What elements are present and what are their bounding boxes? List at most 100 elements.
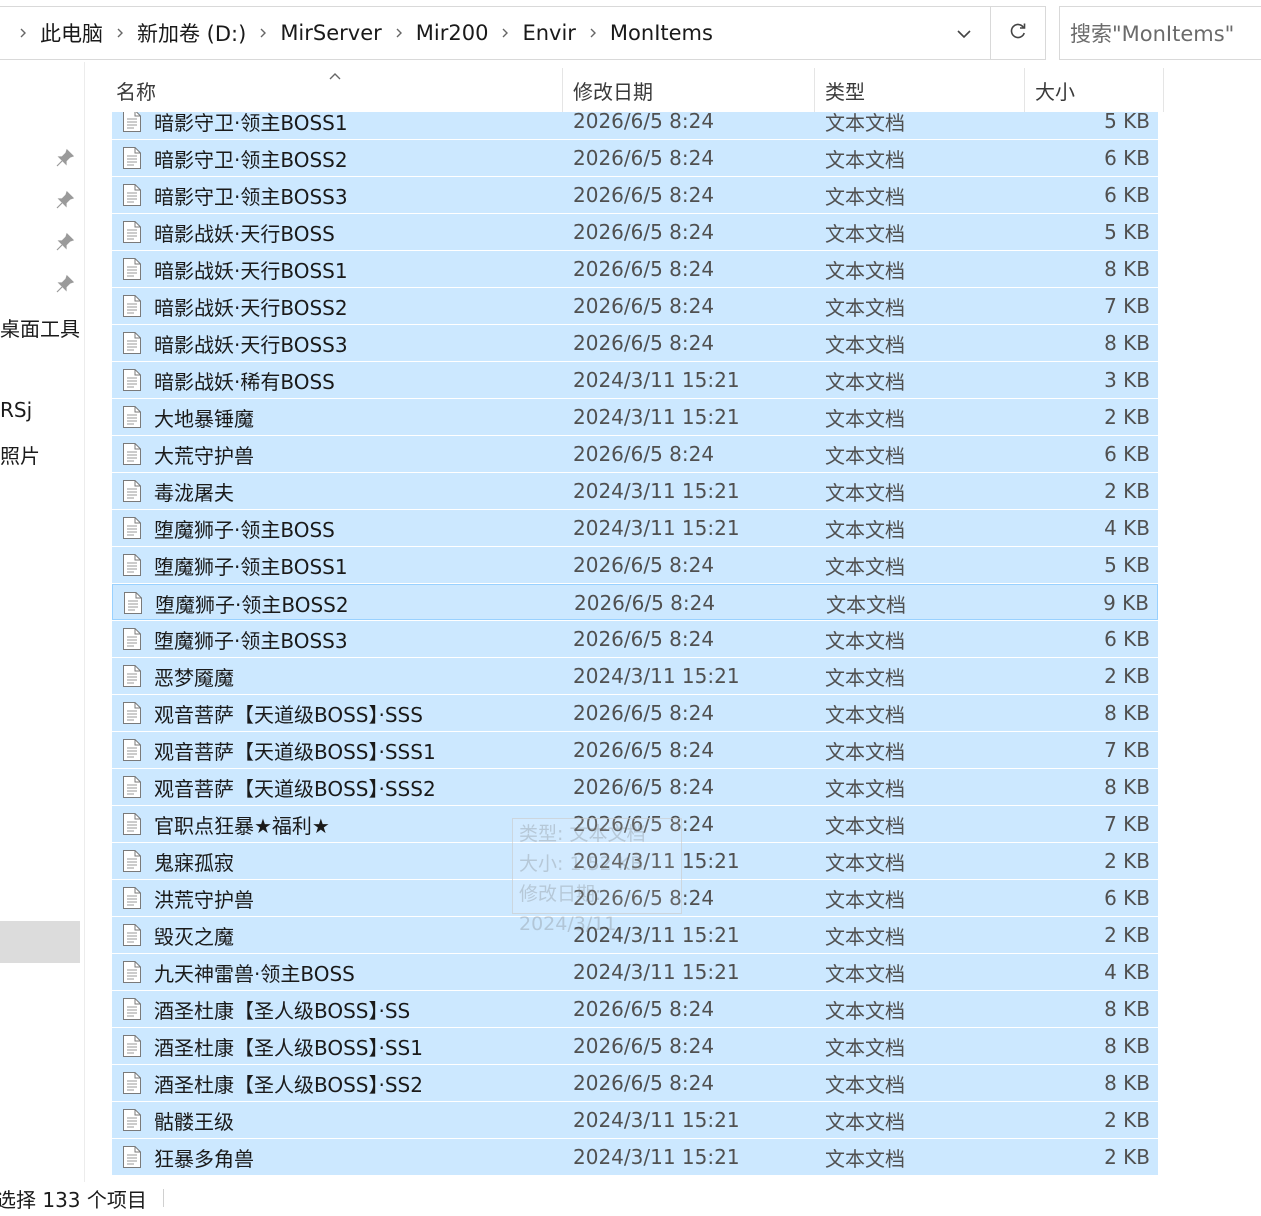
file-size: 7 KB (1104, 738, 1150, 762)
chevron-right-icon[interactable] (500, 28, 510, 38)
file-row[interactable]: 恶梦魇魔 2024/3/11 15:21 文本文档 2 KB (112, 658, 1158, 694)
breadcrumb-item[interactable]: MonItems (610, 21, 713, 45)
file-row[interactable]: 骷髅王级 2024/3/11 15:21 文本文档 2 KB (112, 1102, 1158, 1138)
file-size: 6 KB (1104, 886, 1150, 910)
nav-item-desktop-tools[interactable]: 桌面工具 (0, 313, 80, 342)
file-row[interactable]: 酒圣杜康【圣人级BOSS】·SS 2026/6/5 8:24 文本文档 8 KB (112, 991, 1158, 1027)
file-type: 文本文档 (825, 702, 905, 727)
file-row[interactable]: 暗影战妖·天行BOSS2 2026/6/5 8:24 文本文档 7 KB (112, 288, 1158, 324)
file-name: 堕魔狮子·领主BOSS3 (154, 628, 348, 653)
file-size: 8 KB (1104, 1071, 1150, 1095)
text-file-icon (122, 621, 144, 657)
file-type: 文本文档 (825, 924, 905, 949)
pin-icon[interactable] (54, 189, 76, 211)
file-row[interactable]: 暗影战妖·稀有BOSS 2024/3/11 15:21 文本文档 3 KB (112, 362, 1158, 398)
file-row[interactable]: 暗影守卫·领主BOSS2 2026/6/5 8:24 文本文档 6 KB (112, 140, 1158, 176)
file-row[interactable]: 暗影战妖·天行BOSS3 2026/6/5 8:24 文本文档 8 KB (112, 325, 1158, 361)
file-type: 文本文档 (825, 517, 905, 542)
file-list[interactable]: 狂暴多角兽 2024/3/11 15:21 文本文档 2 KB 骷髅王级 2024/3/1… (112, 112, 1158, 1176)
navigation-pane: 桌面工具 RSj 照片 (0, 62, 85, 1182)
file-row[interactable]: 堕魔狮子·领主BOSS1 2026/6/5 8:24 文本文档 5 KB (112, 547, 1158, 583)
file-row[interactable]: 暗影战妖·天行BOSS 2026/6/5 8:24 文本文档 5 KB (112, 214, 1158, 250)
chevron-down-icon (956, 24, 972, 43)
file-size: 2 KB (1104, 1145, 1150, 1169)
chevron-right-icon[interactable] (115, 28, 125, 38)
chevron-right-icon[interactable] (18, 28, 28, 38)
nav-item-photos[interactable]: 照片 (0, 440, 40, 469)
file-type: 文本文档 (825, 887, 905, 912)
column-header-size[interactable]: 大小 (1025, 68, 1164, 112)
column-header-date[interactable]: 修改日期 (563, 68, 815, 112)
file-date: 2024/3/11 15:21 (573, 664, 740, 688)
nav-item-rsj[interactable]: RSj (0, 398, 32, 422)
breadcrumb-item[interactable]: Mir200 (416, 21, 489, 45)
file-type: 文本文档 (825, 665, 905, 690)
file-date: 2026/6/5 8:24 (574, 591, 716, 615)
tooltip-ghost: 类型: 文本文档 大小: 1.52 KB 修改日期: 2024/3/11 (512, 818, 682, 935)
file-row[interactable]: 堕魔狮子·领主BOSS2 2026/6/5 8:24 文本文档 9 KB (112, 584, 1158, 620)
text-file-icon (122, 1028, 144, 1064)
file-name: 观音菩萨【天道级BOSS】·SSS1 (154, 739, 436, 764)
file-date: 2026/6/5 8:24 (573, 146, 715, 170)
pin-icon[interactable] (54, 231, 76, 253)
breadcrumb-item[interactable]: MirServer (280, 21, 381, 45)
text-file-icon (122, 251, 144, 287)
file-row[interactable]: 堕魔狮子·领主BOSS 2024/3/11 15:21 文本文档 4 KB (112, 510, 1158, 546)
file-row[interactable]: 暗影战妖·天行BOSS1 2026/6/5 8:24 文本文档 8 KB (112, 251, 1158, 287)
file-row[interactable]: 观音菩萨【天道级BOSS】·SSS1 2026/6/5 8:24 文本文档 7 KB (112, 732, 1158, 768)
file-name: 酒圣杜康【圣人级BOSS】·SS (154, 998, 411, 1023)
file-row[interactable]: 狂暴多角兽 2024/3/11 15:21 文本文档 2 KB (112, 1139, 1158, 1175)
file-row[interactable]: 大地暴锤魔 2024/3/11 15:21 文本文档 2 KB (112, 399, 1158, 435)
file-row[interactable]: 大荒守护兽 2026/6/5 8:24 文本文档 6 KB (112, 436, 1158, 472)
text-file-icon (122, 362, 144, 398)
tooltip-line: 大小: 1.52 KB (519, 853, 644, 875)
column-header-type[interactable]: 类型 (815, 68, 1025, 112)
nav-item-selected[interactable] (0, 921, 80, 963)
tooltip-line: 类型: 文本文档 (519, 823, 646, 845)
search-input[interactable]: 搜索"MonItems" (1059, 6, 1261, 60)
file-date: 2024/3/11 15:21 (573, 1145, 740, 1169)
selection-count: 选择 133 个项目 (0, 1187, 147, 1212)
pin-icon[interactable] (54, 273, 76, 295)
file-name: 暗影守卫·领主BOSS2 (154, 147, 348, 172)
file-type: 文本文档 (825, 480, 905, 505)
file-size: 8 KB (1104, 775, 1150, 799)
file-name: 九天神雷兽·领主BOSS (154, 961, 355, 986)
chevron-right-icon[interactable] (258, 28, 268, 38)
file-date: 2026/6/5 8:24 (573, 294, 715, 318)
text-file-icon (122, 843, 144, 879)
breadcrumb-item[interactable]: 新加卷 (D:) (137, 18, 246, 48)
file-row[interactable]: 暗影守卫·领主BOSS3 2026/6/5 8:24 文本文档 6 KB (112, 177, 1158, 213)
file-row[interactable]: 观音菩萨【天道级BOSS】·SSS 2026/6/5 8:24 文本文档 8 KB (112, 695, 1158, 731)
text-file-icon (122, 991, 144, 1027)
file-row[interactable]: 堕魔狮子·领主BOSS3 2026/6/5 8:24 文本文档 6 KB (112, 621, 1158, 657)
file-row[interactable]: 暗影守卫·领主BOSS1 2026/6/5 8:24 文本文档 5 KB (112, 112, 1158, 139)
text-file-icon (122, 1065, 144, 1101)
file-name: 暗影战妖·天行BOSS1 (154, 258, 348, 283)
breadcrumb-item[interactable]: Envir (522, 21, 575, 45)
file-name: 暗影战妖·天行BOSS2 (154, 295, 348, 320)
file-size: 7 KB (1104, 294, 1150, 318)
file-name: 官职点狂暴★福利★ (154, 813, 330, 838)
file-date: 2024/3/11 15:21 (573, 960, 740, 984)
file-row[interactable]: 酒圣杜康【圣人级BOSS】·SS2 2026/6/5 8:24 文本文档 8 KB (112, 1065, 1158, 1101)
file-row[interactable]: 酒圣杜康【圣人级BOSS】·SS1 2026/6/5 8:24 文本文档 8 KB (112, 1028, 1158, 1064)
file-name: 观音菩萨【天道级BOSS】·SSS2 (154, 776, 436, 801)
breadcrumb-item[interactable]: 此电脑 (40, 18, 103, 48)
address-bar[interactable]: 此电脑 新加卷 (D:) MirServer Mir200 Envir MonItems (0, 6, 1046, 60)
file-row[interactable]: 观音菩萨【天道级BOSS】·SSS2 2026/6/5 8:24 文本文档 8 KB (112, 769, 1158, 805)
file-type: 文本文档 (825, 406, 905, 431)
chevron-right-icon[interactable] (394, 28, 404, 38)
file-date: 2026/6/5 8:24 (573, 775, 715, 799)
refresh-button[interactable] (991, 7, 1045, 59)
file-type: 文本文档 (825, 850, 905, 875)
chevron-right-icon[interactable] (588, 28, 598, 38)
column-header-name[interactable]: 名称 (112, 68, 563, 112)
file-row[interactable]: 九天神雷兽·领主BOSS 2024/3/11 15:21 文本文档 4 KB (112, 954, 1158, 990)
file-row[interactable]: 毒泷屠夫 2024/3/11 15:21 文本文档 2 KB (112, 473, 1158, 509)
file-date: 2026/6/5 8:24 (573, 997, 715, 1021)
file-name: 观音菩萨【天道级BOSS】·SSS (154, 702, 423, 727)
address-history-button[interactable] (938, 7, 991, 59)
file-type: 文本文档 (826, 592, 906, 617)
pin-icon[interactable] (54, 147, 76, 169)
